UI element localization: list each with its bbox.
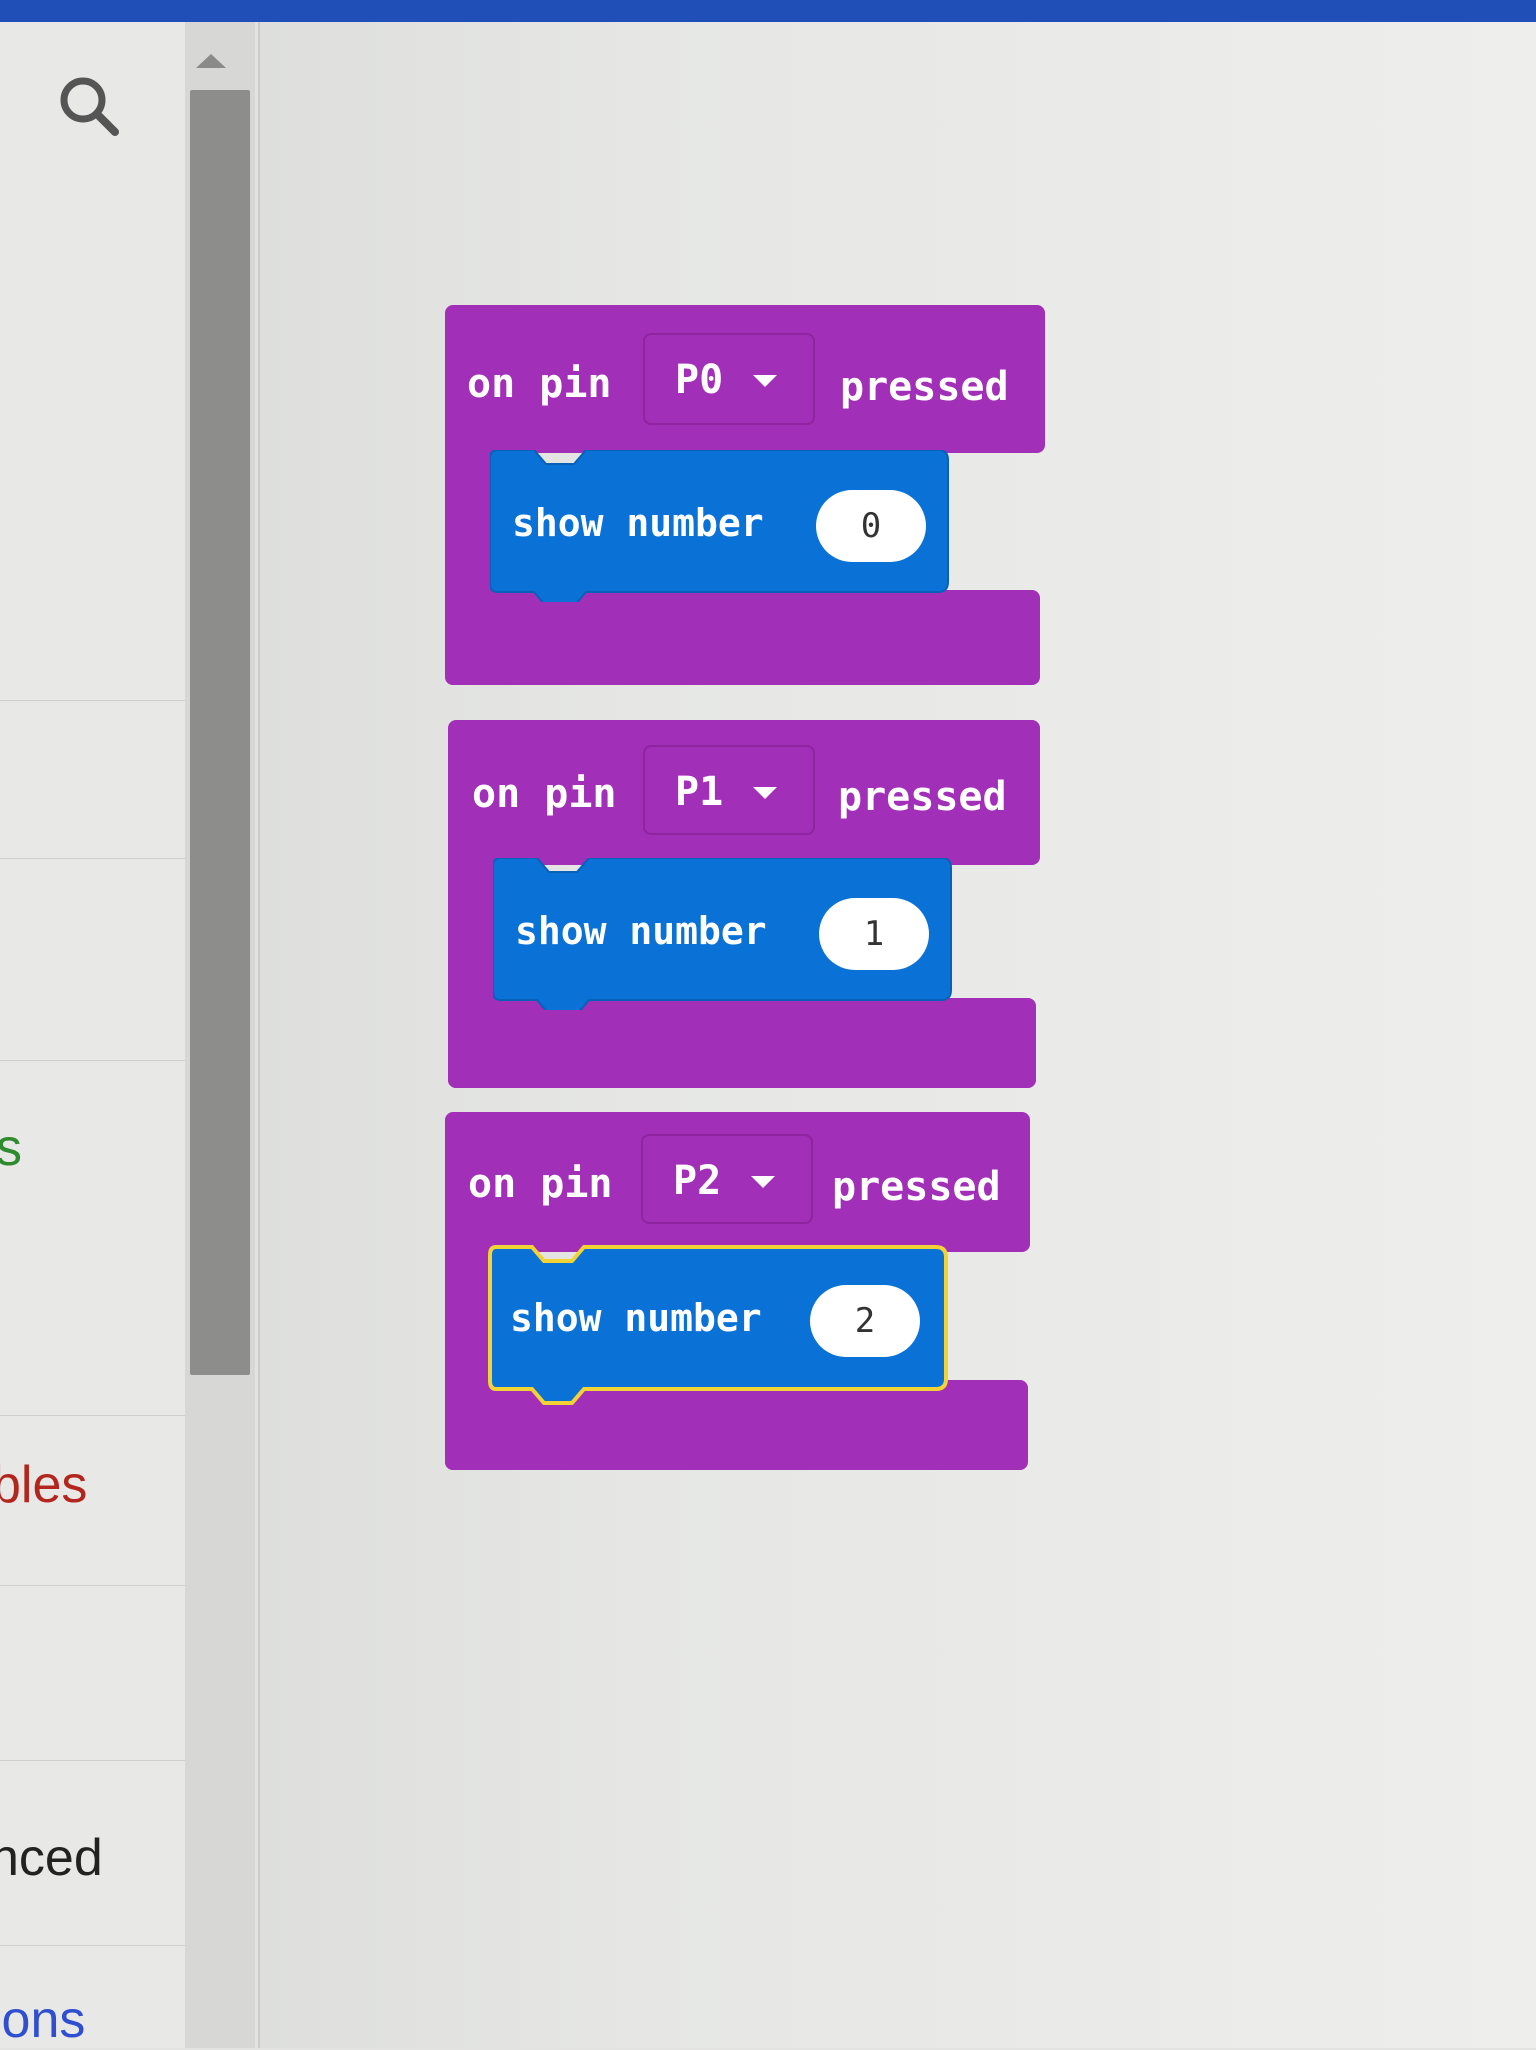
pin-dropdown-value: P0 [675,357,724,403]
pressed-label: pressed [840,364,1009,410]
number-input[interactable]: 2 [810,1285,920,1357]
pressed-label: pressed [832,1164,1001,1210]
pin-dropdown-value: P2 [673,1158,722,1204]
toolbox-sidebar [0,22,190,2048]
on-pin-label: on pin [467,361,612,407]
show-number-block-selected[interactable]: show number 2 [488,1245,948,1405]
category-divider [0,700,185,701]
toolbox-category-extensions[interactable]: ions [0,1990,85,2050]
dropdown-caret-icon [751,1176,775,1188]
show-number-label: show number [510,1296,762,1340]
category-divider [0,1945,185,1946]
toolbox-category-variables[interactable]: bles [0,1455,87,1515]
category-divider [0,1585,185,1586]
dropdown-caret-icon [753,375,777,387]
toolbox-category-advanced[interactable]: nced [0,1828,103,1888]
search-icon[interactable] [55,72,125,142]
show-number-block[interactable]: show number 1 [493,858,953,1010]
category-divider [0,1760,185,1761]
number-input[interactable]: 0 [816,490,926,562]
pin-dropdown[interactable]: P1 [643,745,815,835]
event-block-footer [445,590,1040,685]
pin-dropdown[interactable]: P0 [643,333,815,425]
workspace-divider [258,22,260,2048]
number-input[interactable]: 1 [819,898,929,970]
event-block-footer [448,998,1036,1088]
show-number-label: show number [515,909,767,953]
show-number-block[interactable]: show number 0 [490,450,950,602]
toolbox-scrollbar-thumb[interactable] [190,90,250,1375]
on-pin-label: on pin [468,1161,613,1207]
category-divider [0,1415,185,1416]
pressed-label: pressed [838,774,1007,820]
category-divider [0,858,185,859]
top-bar [0,0,1536,22]
on-pin-label: on pin [472,771,617,817]
pin-dropdown[interactable]: P2 [641,1134,813,1224]
scroll-up-arrow-icon[interactable] [196,54,226,68]
toolbox-category[interactable]: s [0,1118,22,1178]
show-number-label: show number [512,501,764,545]
dropdown-caret-icon [753,787,777,799]
pin-dropdown-value: P1 [675,769,724,815]
category-divider [0,1060,185,1061]
